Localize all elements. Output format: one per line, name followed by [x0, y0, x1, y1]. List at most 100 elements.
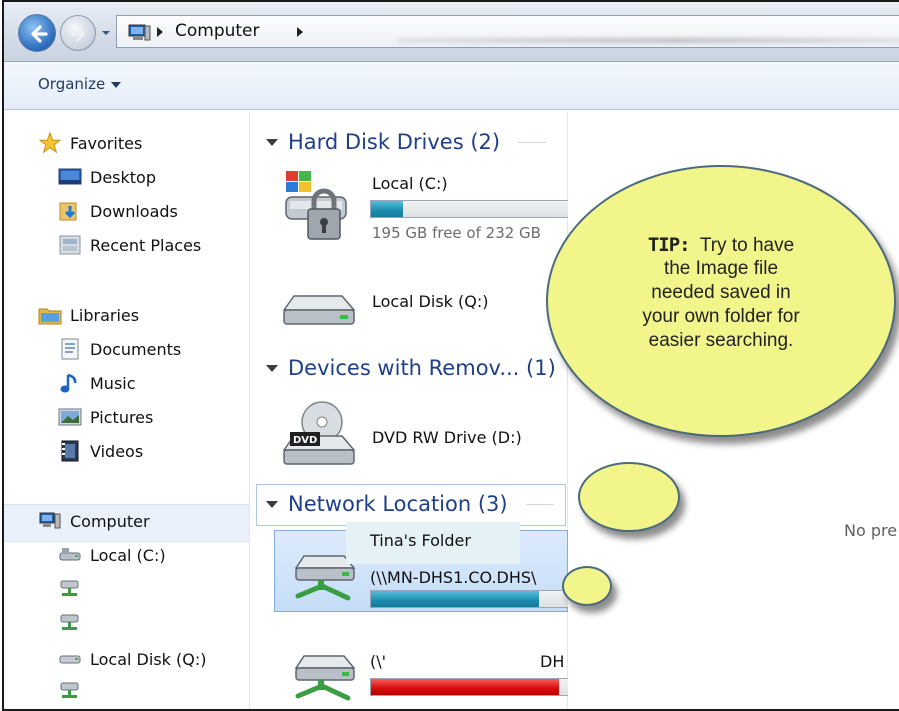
nav-label: Recent Places: [90, 235, 202, 255]
address-field[interactable]: Computer: [116, 15, 899, 48]
forward-arrow-icon: [70, 26, 85, 42]
back-button[interactable]: [18, 14, 56, 52]
dvd-drive-icon[interactable]: DVD: [280, 400, 360, 472]
desktop-icon: [58, 168, 82, 185]
network-drive-icon: [60, 682, 79, 698]
nav-label: Local Disk (Q:): [90, 649, 207, 669]
collapse-triangle-icon[interactable]: [266, 138, 278, 146]
network-drive-icon[interactable]: [292, 646, 360, 708]
videos-icon: [61, 440, 79, 462]
organize-label: Organize: [38, 75, 106, 93]
collapse-triangle-icon[interactable]: [266, 500, 278, 508]
tip-callout-bubble: TIP: Try to have the Image file needed s…: [546, 165, 896, 437]
star-icon: [38, 132, 62, 154]
drive-capacity-bar: [370, 678, 570, 696]
group-divider: [525, 503, 554, 505]
tooltip-text: Tina's Folder: [370, 531, 471, 550]
hard-drive-icon[interactable]: [280, 288, 360, 330]
breadcrumb-separator-icon[interactable]: [155, 26, 165, 38]
drive-capacity-bar: [370, 200, 570, 218]
nav-network-drive[interactable]: [58, 680, 90, 702]
address-bar-shading: [397, 38, 899, 43]
nav-label: Videos: [90, 441, 144, 461]
network-path: (\\MN-DHS1.CO.DHS\: [370, 568, 537, 587]
group-network-location[interactable]: Network Location (3): [266, 492, 554, 516]
network-drive-icon: [60, 580, 79, 596]
nav-network-drive[interactable]: [58, 578, 90, 600]
drive-free-space: 195 GB free of 232 GB: [372, 224, 541, 242]
nav-videos[interactable]: Videos: [58, 440, 143, 462]
nav-label: Computer: [70, 511, 150, 531]
computer-icon: [39, 512, 61, 529]
recent-places-icon: [59, 235, 81, 255]
drive-capacity-fill: [371, 201, 403, 217]
drive-capacity-fill: [371, 679, 560, 695]
drive-capacity-bar: [370, 590, 570, 608]
group-title: Devices with Remov... (1): [288, 356, 556, 380]
drive-icon: [59, 655, 81, 664]
nav-label: Desktop: [90, 167, 156, 187]
music-note-icon: [60, 373, 77, 393]
forward-button[interactable]: [60, 15, 96, 51]
recent-pages-dropdown-icon[interactable]: [100, 27, 112, 39]
chevron-down-icon: [111, 81, 122, 88]
collapse-triangle-icon[interactable]: [266, 364, 278, 372]
nav-documents[interactable]: Documents: [58, 338, 181, 360]
nav-label: Favorites: [70, 133, 143, 153]
nav-recent-places[interactable]: Recent Places: [58, 234, 201, 256]
organize-menu-button[interactable]: Organize: [38, 75, 122, 93]
libraries-icon: [38, 308, 62, 325]
network-path-end: DH: [540, 652, 565, 671]
nav-label: Downloads: [90, 201, 178, 221]
dvd-badge: DVD: [293, 435, 317, 446]
nav-music[interactable]: Music: [58, 372, 136, 394]
tip-line-5: easier searching.: [648, 330, 794, 351]
preview-message: No pre: [844, 521, 898, 540]
drive-icon: [59, 548, 81, 561]
tip-line-2: the Image file: [663, 258, 779, 279]
tip-line-4: your own folder for: [642, 306, 800, 327]
callout-tail-bubble-small: [562, 566, 612, 606]
nav-favorites[interactable]: Favorites: [38, 132, 142, 154]
group-title: Network Location (3): [288, 492, 508, 516]
tip-line-3: needed saved in: [651, 282, 791, 303]
nav-label: Music: [90, 373, 136, 393]
back-arrow-icon: [31, 25, 48, 43]
group-divider: [518, 141, 547, 143]
nav-downloads[interactable]: Downloads: [58, 200, 178, 222]
group-removable-devices[interactable]: Devices with Remov... (1): [266, 356, 556, 380]
nav-desktop[interactable]: Desktop: [58, 166, 156, 188]
group-title: Hard Disk Drives (2): [288, 130, 501, 154]
address-bar: Computer: [4, 2, 899, 62]
system-drive-lock-icon[interactable]: [280, 167, 360, 245]
nav-computer[interactable]: Computer: [38, 510, 150, 532]
nav-libraries[interactable]: Libraries: [38, 304, 139, 326]
breadcrumb-separator-icon[interactable]: [295, 26, 305, 38]
drive-capacity-fill: [371, 591, 540, 607]
tip-text: Try to have: [699, 235, 795, 256]
drive-name[interactable]: Local Disk (Q:): [372, 292, 488, 311]
downloads-folder-icon: [59, 202, 77, 221]
group-hard-disk-drives[interactable]: Hard Disk Drives (2): [266, 130, 547, 154]
nav-label: Pictures: [90, 407, 154, 427]
tip-line-1: TIP: Try to have: [548, 233, 894, 258]
documents-icon: [61, 338, 79, 360]
navigation-pane: Favorites Desktop Downloads Recent Place…: [4, 112, 250, 709]
drive-name[interactable]: Local (C:): [372, 174, 448, 193]
nav-label: Documents: [90, 339, 182, 359]
network-path-start: (\': [370, 652, 387, 671]
network-drive-icon: [60, 614, 79, 630]
content-pane: Hard Disk Drives (2) Local (C:) 195 GB f…: [250, 112, 570, 709]
tip-label: TIP:: [647, 234, 691, 256]
computer-icon: [128, 24, 151, 41]
nav-label: Local (C:): [90, 545, 166, 565]
nav-network-drive[interactable]: [58, 612, 90, 634]
pictures-icon: [58, 408, 82, 426]
breadcrumb-computer[interactable]: Computer: [175, 21, 260, 41]
nav-local-c[interactable]: Local (C:): [58, 544, 166, 566]
command-toolbar: Organize: [4, 62, 899, 110]
drive-name[interactable]: DVD RW Drive (D:): [372, 428, 522, 447]
nav-label: Libraries: [70, 305, 140, 325]
nav-local-disk-q[interactable]: Local Disk (Q:): [58, 648, 206, 670]
nav-pictures[interactable]: Pictures: [58, 406, 153, 428]
